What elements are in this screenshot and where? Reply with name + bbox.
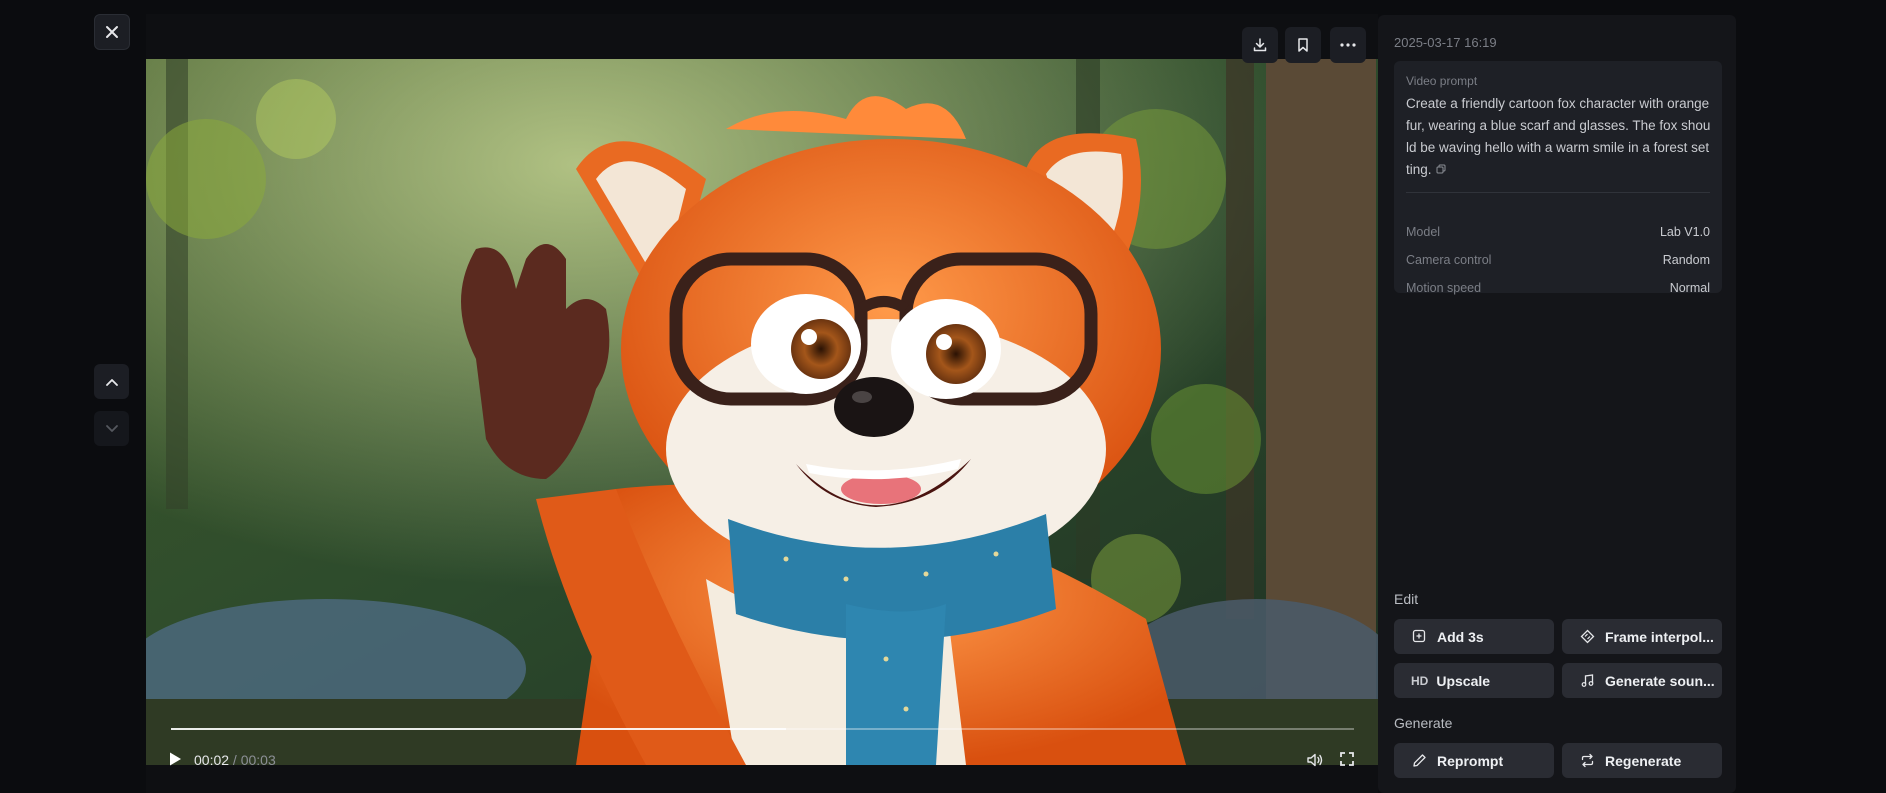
play-icon [170, 752, 181, 766]
chevron-up-icon [105, 378, 118, 386]
video-frame[interactable] [146, 59, 1378, 765]
generate-sound-button[interactable]: Generate soun... [1562, 663, 1722, 698]
close-button[interactable] [94, 14, 130, 50]
add-time-icon [1411, 629, 1427, 645]
upscale-label: Upscale [1436, 672, 1491, 689]
meta-value: Normal [1669, 281, 1710, 295]
meta-key: Motion speed [1406, 281, 1482, 295]
volume-icon [1307, 753, 1323, 767]
add-3s-label: Add 3s [1437, 628, 1484, 645]
frame-interpolation-label: Frame interpol... [1605, 628, 1714, 645]
upscale-button[interactable]: HD Upscale [1394, 663, 1554, 698]
regenerate-icon [1579, 753, 1595, 769]
prompt-text: Create a friendly cartoon fox character … [1406, 96, 1711, 177]
close-icon [106, 26, 118, 38]
reprompt-label: Reprompt [1437, 752, 1504, 769]
more-icon [1340, 43, 1356, 47]
video-progress-bar[interactable] [171, 728, 1354, 730]
hd-icon: HD [1411, 673, 1429, 688]
regenerate-button[interactable]: Regenerate [1562, 743, 1722, 778]
current-time: 00:02 [194, 752, 230, 768]
download-button[interactable] [1242, 27, 1278, 63]
add-3s-button[interactable]: Add 3s [1394, 619, 1554, 654]
play-button[interactable] [168, 751, 184, 769]
prompt-label: Video prompt [1406, 74, 1478, 88]
prompt-card: Video prompt Create a friendly cartoon f… [1394, 61, 1722, 295]
next-item-button[interactable] [94, 411, 129, 446]
volume-button[interactable] [1306, 751, 1324, 769]
music-note-icon [1579, 673, 1595, 689]
regenerate-label: Regenerate [1605, 752, 1682, 769]
copy-icon[interactable] [1436, 159, 1446, 181]
pencil-icon [1411, 753, 1427, 769]
frame-interpolation-button[interactable]: Frame interpol... [1562, 619, 1722, 654]
edit-section-label: Edit [1394, 591, 1419, 607]
meta-value: Random [1662, 253, 1710, 267]
more-options-button[interactable] [1330, 27, 1366, 63]
chevron-down-icon [105, 424, 118, 432]
fullscreen-icon [1340, 752, 1354, 766]
time-separator: / [229, 752, 241, 768]
fullscreen-button[interactable] [1339, 751, 1357, 769]
video-scene-image [146, 59, 1378, 765]
frame-interpolation-icon [1579, 629, 1595, 645]
generate-sound-label: Generate soun... [1605, 672, 1715, 689]
bookmark-icon [1298, 38, 1308, 52]
meta-value: Lab V1.0 [1659, 225, 1710, 239]
created-timestamp: 2025-03-17 16:19 [1394, 35, 1497, 50]
meta-row-motion-speed: Motion speed Normal [1406, 281, 1710, 295]
time-display: 00:02 / 00:03 [194, 752, 276, 768]
reprompt-button[interactable]: Reprompt [1394, 743, 1554, 778]
details-panel: 2025-03-17 16:19 Video prompt Create a f… [1378, 15, 1736, 793]
video-progress-fill [171, 728, 787, 730]
prompt-text-block: Create a friendly cartoon fox character … [1406, 93, 1711, 181]
meta-row-camera-control: Camera control Random [1406, 253, 1710, 267]
bookmark-button[interactable] [1285, 27, 1321, 63]
duration: 00:03 [240, 752, 276, 768]
video-player[interactable] [146, 14, 1378, 793]
previous-item-button[interactable] [94, 364, 129, 399]
divider [1406, 192, 1710, 193]
download-icon [1253, 38, 1267, 52]
player-controls: 00:02 / 00:03 [146, 745, 1378, 775]
meta-key: Model [1406, 225, 1441, 239]
meta-key: Camera control [1406, 253, 1492, 267]
generate-section-label: Generate [1394, 715, 1453, 731]
meta-row-model: Model Lab V1.0 [1406, 225, 1710, 239]
